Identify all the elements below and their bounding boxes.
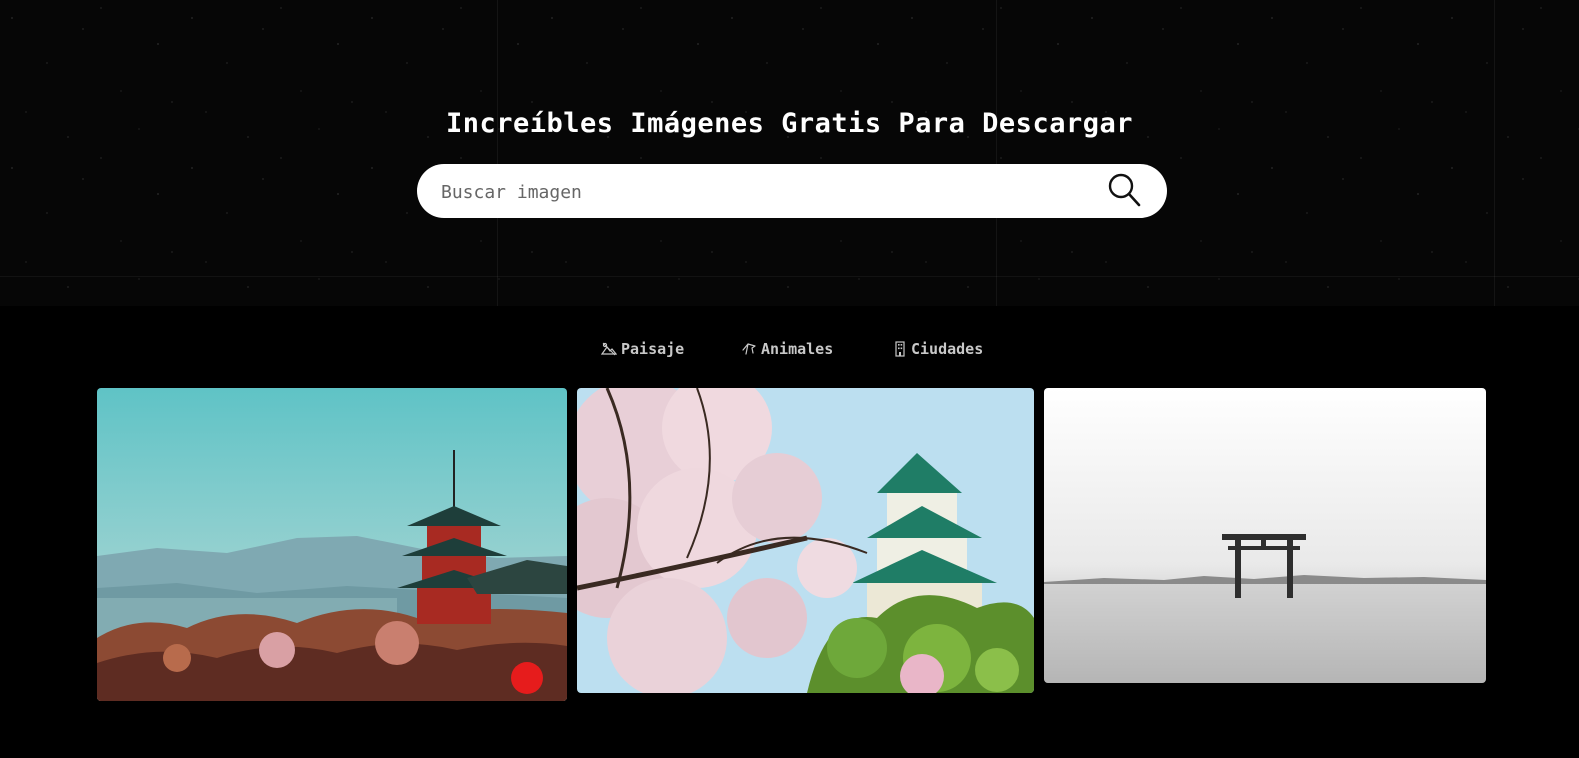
search-icon [1108,173,1141,207]
gallery-image[interactable] [1044,388,1486,683]
category-label: Animales [761,340,834,358]
category-label: Paisaje [621,340,685,358]
pagoda-landscape-image [97,388,567,701]
background-divider [996,0,997,306]
search-button[interactable] [1105,171,1145,211]
search-bar [417,164,1167,218]
background-divider [0,276,1579,277]
search-input[interactable] [439,172,1073,212]
cherry-blossom-castle-image [577,388,1034,693]
background-divider [1494,0,1495,306]
category-label: Ciudades [911,340,984,358]
animal-icon [742,343,756,355]
building-icon [895,341,905,357]
torii-gate-lake-image [1044,388,1486,683]
background-divider [497,0,498,306]
category-paisaje[interactable]: Paisaje [601,336,684,362]
gallery-image[interactable] [97,388,567,701]
category-ciudades[interactable]: Ciudades [893,336,983,362]
gallery-image[interactable] [577,388,1034,693]
page-title: Increíbles Imágenes Gratis Para Descarga… [446,108,1133,139]
category-animales[interactable]: Animales [741,336,833,362]
hero-banner: Increíbles Imágenes Gratis Para Descarga… [0,0,1579,306]
landscape-icon [601,342,617,356]
category-nav: Paisaje Animales Ciudades [0,336,1579,362]
